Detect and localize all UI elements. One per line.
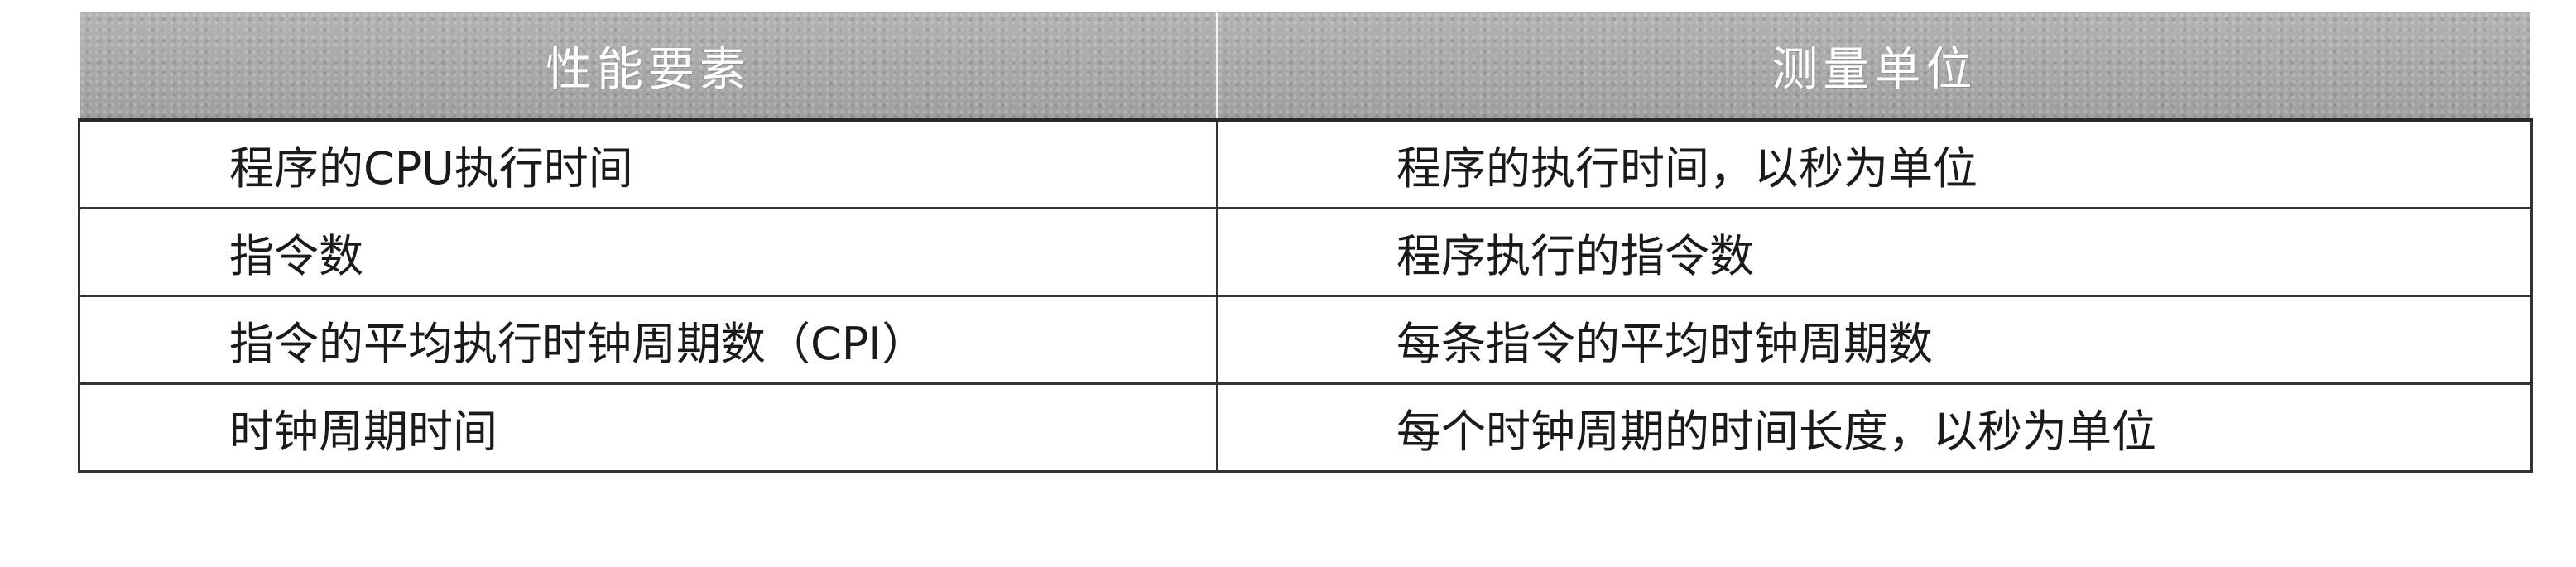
header-measurement-unit: 测量单位: [1216, 10, 2533, 122]
table-row: 程序的CPU执行时间 程序的执行时间，以秒为单位: [78, 120, 2533, 209]
cell-measurement-unit: 程序的执行时间，以秒为单位: [1216, 120, 2533, 209]
cell-measurement-unit: 每条指令的平均时钟周期数: [1216, 296, 2533, 385]
cell-measurement-unit: 程序执行的指令数: [1216, 208, 2533, 297]
table-row: 指令数 程序执行的指令数: [78, 208, 2533, 297]
cell-performance-element: 程序的CPU执行时间: [78, 120, 1218, 209]
performance-metrics-table: 性能要素 测量单位 程序的CPU执行时间 程序的执行时间，以秒为单位 指令数 程…: [78, 10, 2533, 473]
header-performance-element: 性能要素: [78, 10, 1218, 122]
table-header: 性能要素 测量单位: [78, 10, 2533, 122]
table-row: 指令的平均执行时钟周期数（CPI） 每条指令的平均时钟周期数: [78, 296, 2533, 385]
cell-performance-element: 指令的平均执行时钟周期数（CPI）: [78, 296, 1218, 385]
cell-performance-element: 指令数: [78, 208, 1218, 297]
page: { "table": { "headers": ["性能要素", "测量单位"]…: [0, 0, 2576, 567]
performance-table-container: 性能要素 测量单位 程序的CPU执行时间 程序的执行时间，以秒为单位 指令数 程…: [78, 10, 2533, 473]
cell-performance-element: 时钟周期时间: [78, 383, 1218, 473]
table-row: 时钟周期时间 每个时钟周期的时间长度，以秒为单位: [78, 383, 2533, 473]
cell-measurement-unit: 每个时钟周期的时间长度，以秒为单位: [1216, 383, 2533, 473]
table-body: 程序的CPU执行时间 程序的执行时间，以秒为单位 指令数 程序执行的指令数 指令…: [78, 120, 2533, 473]
header-row: 性能要素 测量单位: [78, 10, 2533, 122]
